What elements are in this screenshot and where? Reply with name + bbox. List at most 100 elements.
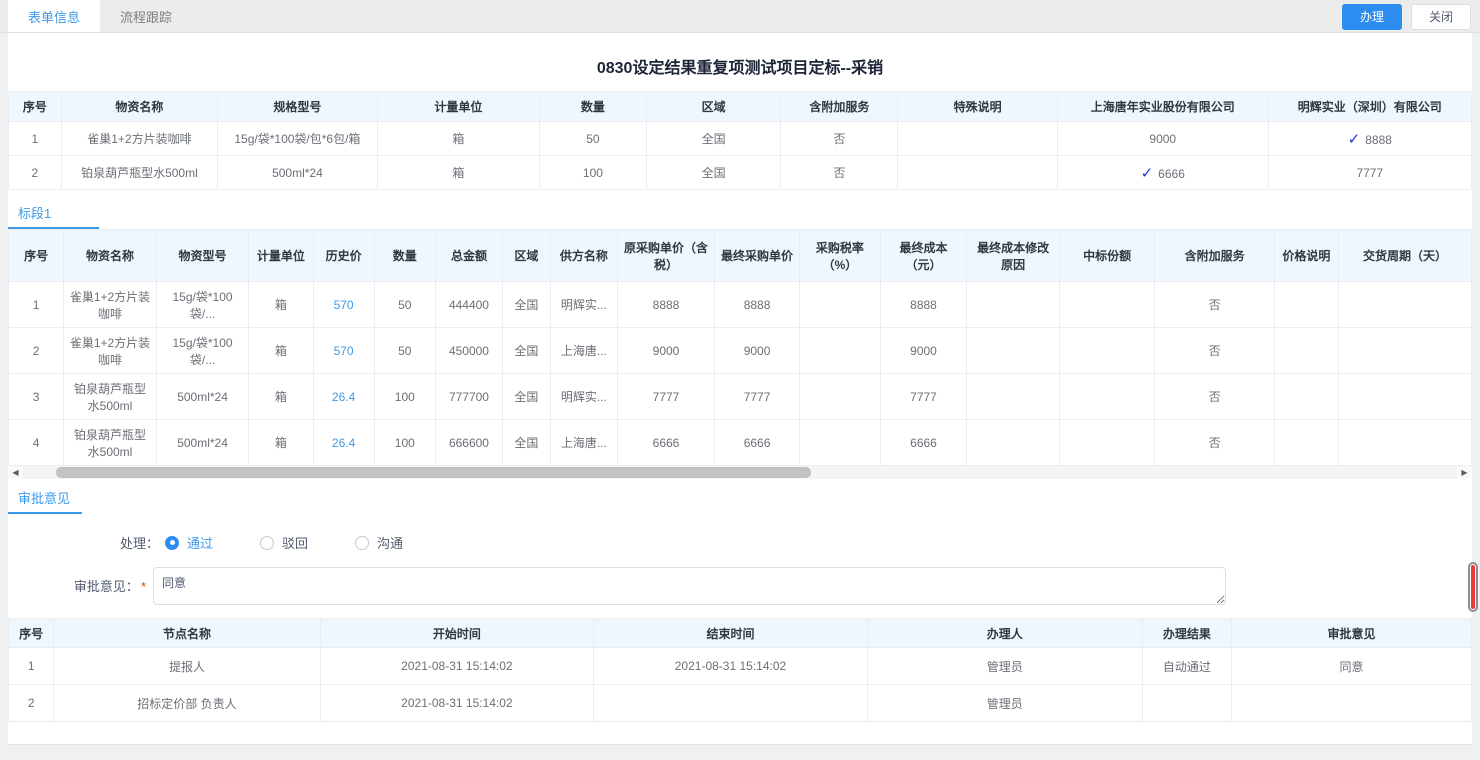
cell: 2 — [9, 685, 54, 722]
header-row: 序号节点名称开始时间结束时间办理人办理结果审批意见 — [9, 619, 1472, 648]
cell: 8888 — [617, 282, 714, 328]
handle-radio-group: 通过 驳回 沟通 — [165, 533, 450, 552]
cell: 50 — [540, 122, 647, 156]
column-header: 含附加服务 — [781, 92, 898, 122]
cell: 666600 — [435, 420, 502, 466]
cell: 3 — [9, 374, 64, 420]
cell: 雀巢1+2方片装咖啡 — [64, 328, 157, 374]
cell — [1059, 282, 1155, 328]
cell — [898, 122, 1057, 156]
scroll-right-icon[interactable]: ▶ — [1457, 466, 1472, 479]
cell — [1059, 420, 1155, 466]
cell: 上海唐... — [550, 420, 617, 466]
cell: 箱 — [249, 420, 313, 466]
cell: 15g/袋*100袋/包*6包/箱 — [218, 122, 377, 156]
table-row: 2雀巢1+2方片装咖啡15g/袋*100袋/...箱57050450000全国上… — [9, 328, 1472, 374]
column-header: 供方名称 — [550, 230, 617, 282]
cell — [1338, 282, 1471, 328]
horizontal-scrollbar[interactable]: ◀ ▶ — [8, 466, 1472, 479]
vertical-scrollbar[interactable] — [1468, 562, 1478, 612]
cell: 50 — [374, 328, 435, 374]
cell: 全国 — [503, 328, 551, 374]
approval-history-table: 序号节点名称开始时间结束时间办理人办理结果审批意见1提报人2021-08-31 … — [8, 618, 1472, 722]
column-header: 物资名称 — [61, 92, 218, 122]
radio-option-communicate[interactable]: 沟通 — [355, 533, 403, 552]
cell: 管理员 — [867, 648, 1142, 685]
history-price-link[interactable]: 26.4 — [332, 436, 355, 450]
cell: 26.4 — [313, 374, 374, 420]
radio-label: 驳回 — [282, 533, 308, 552]
column-header: 区域 — [503, 230, 551, 282]
cell — [1274, 282, 1338, 328]
cell: 招标定价部 负责人 — [54, 685, 320, 722]
tab-process-tracking[interactable]: 流程跟踪 — [100, 0, 192, 32]
cell: 明辉实... — [550, 282, 617, 328]
radio-option-reject[interactable]: 驳回 — [260, 533, 308, 552]
tab-form-info[interactable]: 表单信息 — [8, 0, 100, 32]
history-price-link[interactable]: 570 — [334, 344, 354, 358]
cell: 雀巢1+2方片装咖啡 — [61, 122, 218, 156]
cell — [1059, 328, 1155, 374]
cell — [1338, 420, 1471, 466]
column-header: 原采购单价（含税） — [617, 230, 714, 282]
form-content-panel: 0830设定结果重复项测试项目定标--采销 序号物资名称规格型号计量单位数量区域… — [8, 33, 1472, 745]
table-row: 1提报人2021-08-31 15:14:022021-08-31 15:14:… — [9, 648, 1472, 685]
lot-section-tab[interactable]: 标段1 — [8, 194, 99, 229]
cell: ✓8888 — [1268, 122, 1471, 156]
cell: 9000 — [1057, 122, 1268, 156]
cell: 明辉实... — [550, 374, 617, 420]
horizontal-scrollbar-thumb[interactable] — [56, 467, 811, 478]
process-button[interactable]: 办理 — [1342, 4, 1402, 30]
cell: 1 — [9, 122, 62, 156]
close-button[interactable]: 关闭 — [1411, 4, 1471, 30]
radio-option-pass[interactable]: 通过 — [165, 533, 213, 552]
approval-section-label: 审批意见 — [8, 479, 82, 514]
cell: ✓6666 — [1057, 156, 1268, 190]
column-header: 数量 — [540, 92, 647, 122]
history-price-link[interactable]: 26.4 — [332, 390, 355, 404]
cell — [800, 420, 881, 466]
cell: 8888 — [880, 282, 967, 328]
approval-comment-label: 审批意见：* — [8, 567, 146, 595]
table-row: 1雀巢1+2方片装咖啡15g/袋*100袋/...箱57050444400全国明… — [9, 282, 1472, 328]
cell: 100 — [374, 420, 435, 466]
cell — [1338, 374, 1471, 420]
history-price-link[interactable]: 570 — [334, 298, 354, 312]
cell: 自动通过 — [1142, 648, 1231, 685]
winner-check-icon: ✓ — [1141, 165, 1154, 182]
column-header: 最终采购单价 — [715, 230, 800, 282]
cell: 500ml*24 — [156, 374, 249, 420]
vertical-scrollbar-thumb[interactable] — [1471, 565, 1475, 609]
top-tab-bar: 表单信息 流程跟踪 办理 关闭 — [0, 0, 1480, 33]
cell — [1274, 374, 1338, 420]
column-header: 最终成本修改原因 — [967, 230, 1060, 282]
cell: 2021-08-31 15:14:02 — [320, 685, 594, 722]
cell: 8888 — [715, 282, 800, 328]
cell: 雀巢1+2方片装咖啡 — [64, 282, 157, 328]
cell: 上海唐... — [550, 328, 617, 374]
cell: 570 — [313, 282, 374, 328]
cell: 7777 — [617, 374, 714, 420]
column-header: 序号 — [9, 230, 64, 282]
cell: 全国 — [646, 122, 781, 156]
cell: 同意 — [1232, 648, 1472, 685]
column-header: 规格型号 — [218, 92, 377, 122]
cell: 1 — [9, 282, 64, 328]
table-row: 1雀巢1+2方片装咖啡15g/袋*100袋/包*6包/箱箱50全国否9000✓8… — [9, 122, 1472, 156]
cell: 1 — [9, 648, 54, 685]
approval-comment-textarea[interactable]: 同意 — [153, 567, 1226, 605]
cell — [967, 328, 1060, 374]
cell: 100 — [374, 374, 435, 420]
cell: 50 — [374, 282, 435, 328]
supplier-quote-table: 序号物资名称规格型号计量单位数量区域含附加服务特殊说明上海唐年实业股份有限公司明… — [8, 91, 1472, 190]
column-header: 序号 — [9, 619, 54, 648]
cell: 26.4 — [313, 420, 374, 466]
cell: 否 — [1155, 282, 1274, 328]
cell: 15g/袋*100袋/... — [156, 328, 249, 374]
page-title: 0830设定结果重复项测试项目定标--采销 — [8, 54, 1472, 78]
scroll-left-icon[interactable]: ◀ — [8, 466, 23, 479]
column-header: 明辉实业（深圳）有限公司 — [1268, 92, 1471, 122]
column-header: 历史价 — [313, 230, 374, 282]
column-header: 计量单位 — [249, 230, 313, 282]
horizontal-scrollbar-track[interactable] — [23, 466, 1457, 479]
